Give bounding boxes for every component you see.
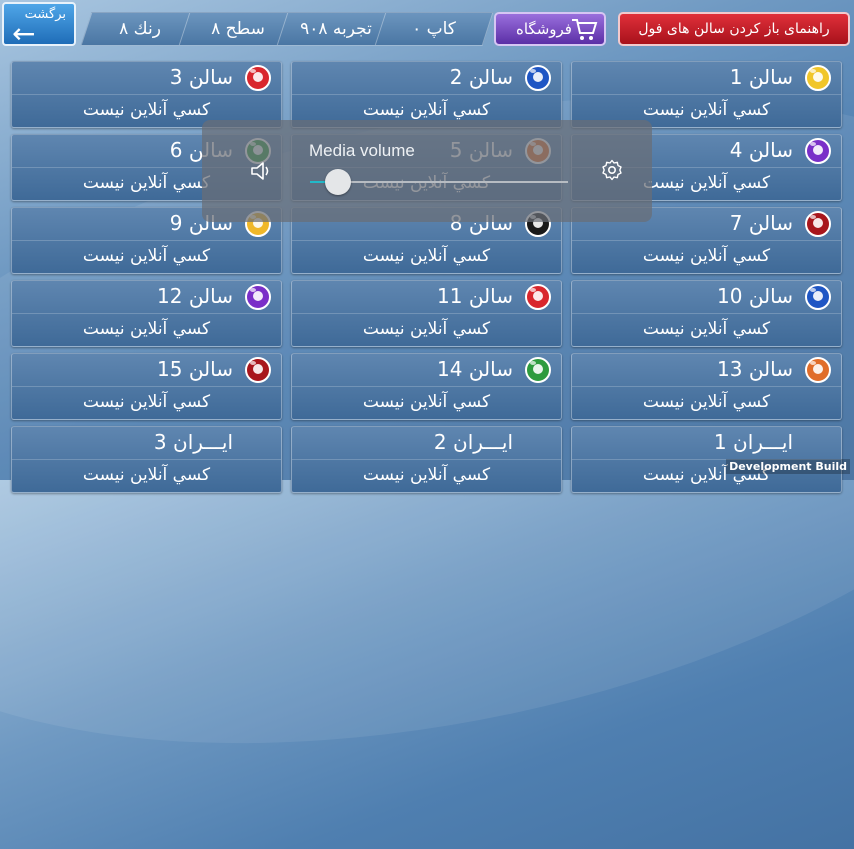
- room-card-header: [292, 62, 561, 95]
- room-status: كسي آنلاين نيست: [82, 246, 211, 266]
- room-status: كسي آنلاين نيست: [642, 246, 771, 266]
- shop-button-label: فروشگاه: [516, 20, 572, 38]
- room-card[interactable]: سالن 10 كسي آنلاين نيست: [571, 280, 842, 347]
- room-status: كسي آنلاين نيست: [82, 392, 211, 412]
- room-name: سالن 10: [717, 284, 793, 308]
- full-rooms-guide-button[interactable]: راهنمای باز کردن سالن های فول: [618, 12, 850, 46]
- room-card-header: [12, 62, 281, 95]
- room-card-header: [12, 281, 281, 314]
- billiard-ball-icon: [805, 357, 831, 383]
- room-status: كسي آنلاين نيست: [362, 465, 491, 485]
- room-name: سالن 13: [717, 357, 793, 381]
- billiard-ball-icon: [525, 65, 551, 91]
- room-card-header: [572, 281, 841, 314]
- cup-stat: كاپ ٠: [374, 12, 494, 46]
- experience-stat-label: تجربه ٩٠٨: [300, 19, 372, 39]
- shop-button[interactable]: فروشگاه: [494, 12, 606, 46]
- room-name: سالن 7: [729, 211, 793, 235]
- billiard-ball-icon: [805, 211, 831, 237]
- room-card[interactable]: ايـــران 2 كسي آنلاين نيست: [291, 426, 562, 493]
- media-volume-dialog: Media volume: [202, 120, 652, 222]
- room-name: سالن 1: [729, 65, 793, 89]
- room-card-header: [292, 427, 561, 460]
- room-card[interactable]: سالن 15 كسي آنلاين نيست: [11, 353, 282, 420]
- room-card-header: [292, 281, 561, 314]
- room-status: كسي آنلاين نيست: [82, 319, 211, 339]
- cup-stat-label: كاپ ٠: [412, 19, 456, 39]
- room-name: سالن 2: [449, 65, 513, 89]
- room-card[interactable]: سالن 12 كسي آنلاين نيست: [11, 280, 282, 347]
- room-card[interactable]: سالن 14 كسي آنلاين نيست: [291, 353, 562, 420]
- room-status: كسي آنلاين نيست: [362, 319, 491, 339]
- room-name: سالن 3: [169, 65, 233, 89]
- development-build-label: Development Build: [726, 459, 850, 474]
- billiard-ball-icon: [805, 65, 831, 91]
- room-status: كسي آنلاين نيست: [82, 100, 211, 120]
- room-card-header: [292, 354, 561, 387]
- billiard-ball-icon: [245, 284, 271, 310]
- speaker-icon[interactable]: [250, 160, 274, 182]
- room-name: ايـــران 2: [433, 430, 513, 454]
- room-name: ايـــران 1: [713, 430, 793, 454]
- room-name: سالن 15: [157, 357, 233, 381]
- room-card[interactable]: سالن 1 كسي آنلاين نيست: [571, 61, 842, 128]
- room-status: كسي آنلاين نيست: [642, 100, 771, 120]
- room-name: سالن 11: [437, 284, 513, 308]
- room-card[interactable]: سالن 11 كسي آنلاين نيست: [291, 280, 562, 347]
- billiard-ball-icon: [805, 284, 831, 310]
- room-status: كسي آنلاين نيست: [642, 392, 771, 412]
- shopping-cart-icon: [572, 19, 598, 40]
- billiard-ball-icon: [525, 284, 551, 310]
- room-card[interactable]: سالن 3 كسي آنلاين نيست: [11, 61, 282, 128]
- room-name: سالن 14: [437, 357, 513, 381]
- room-name: ايـــران 3: [153, 430, 233, 454]
- room-card[interactable]: سالن 13 كسي آنلاين نيست: [571, 353, 842, 420]
- gear-icon[interactable]: [600, 158, 624, 182]
- billiard-ball-icon: [525, 357, 551, 383]
- room-status: كسي آنلاين نيست: [642, 319, 771, 339]
- room-status: كسي آنلاين نيست: [362, 246, 491, 266]
- room-card[interactable]: ايـــران 3 كسي آنلاين نيست: [11, 426, 282, 493]
- room-card-header: [572, 354, 841, 387]
- volume-slider-thumb[interactable]: [325, 169, 352, 195]
- back-arrow-icon: ←: [12, 17, 36, 50]
- room-status: كسي آنلاين نيست: [362, 392, 491, 412]
- room-name: سالن 12: [157, 284, 233, 308]
- room-status: كسي آنلاين نيست: [82, 465, 211, 485]
- billiard-ball-icon: [805, 138, 831, 164]
- level-stat-label: سطح ٨: [211, 19, 265, 39]
- room-card-header: [12, 427, 281, 460]
- room-card-header: [12, 354, 281, 387]
- billiard-ball-icon: [245, 65, 271, 91]
- room-status: كسي آنلاين نيست: [362, 100, 491, 120]
- rank-stat-label: رنك ٨: [119, 19, 161, 39]
- room-card[interactable]: سالن 2 كسي آنلاين نيست: [291, 61, 562, 128]
- room-card-header: [572, 427, 841, 460]
- back-button[interactable]: برگشت ←: [2, 2, 76, 50]
- room-card-header: [572, 62, 841, 95]
- volume-title: Media volume: [309, 141, 415, 160]
- room-name: سالن 4: [729, 138, 793, 162]
- billiard-ball-icon: [245, 357, 271, 383]
